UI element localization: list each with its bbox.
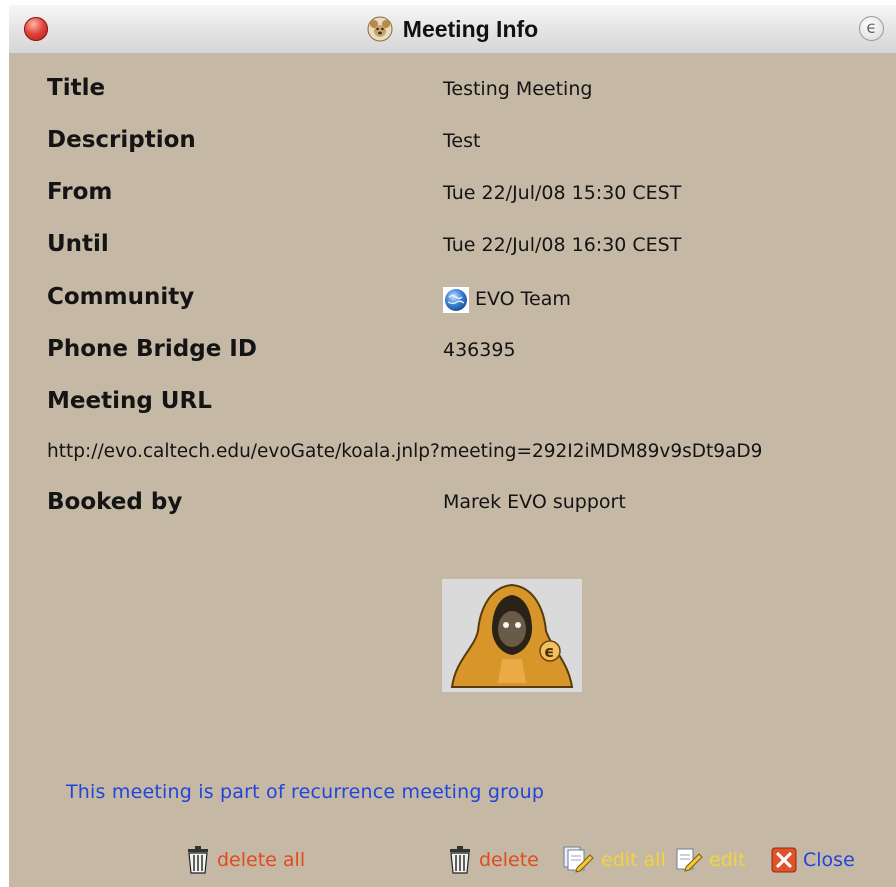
meeting-url-label: Meeting URL [47,388,212,414]
until-label: Until [47,231,109,257]
title-label: Title [47,75,106,101]
delete-label: delete [479,849,539,871]
edit-icon [676,848,703,872]
close-icon [771,847,797,873]
close-button[interactable]: Close [771,845,855,875]
from-value: Tue 22/Jul/08 15:30 CEST [443,182,682,204]
title-value: Testing Meeting [443,78,593,100]
edit-all-icon [563,846,594,873]
phone-bridge-label: Phone Bridge ID [47,336,257,362]
trash-icon [188,846,208,874]
delete-all-button[interactable]: delete all [185,845,305,875]
delete-button[interactable]: delete [447,845,539,875]
until-value: Tue 22/Jul/08 16:30 CEST [443,234,682,256]
from-label: From [47,179,113,205]
globe-icon [443,287,469,313]
svg-text:ϵ: ϵ [544,642,554,661]
meeting-url-value[interactable]: http://evo.caltech.edu/evoGate/koala.jnl… [47,441,762,462]
edit-button[interactable]: edit [675,845,745,875]
window-title: Meeting Info [402,15,539,42]
edit-label: edit [709,849,746,871]
recurrence-link[interactable]: This meeting is part of recurrence meeti… [66,781,544,803]
phone-bridge-value: 436395 [443,339,516,361]
delete-all-label: delete all [217,849,306,871]
description-label: Description [47,127,196,153]
community-value: EVO Team [475,288,571,310]
community-label: Community [47,284,195,310]
description-value: Test [443,130,481,152]
edit-all-button[interactable]: edit all [563,845,666,875]
trash-icon [450,846,470,874]
meeting-info-window: Meeting Info ϵ Title Testing Meeting Des… [9,5,896,887]
evo-menu-icon[interactable]: ϵ [859,16,884,41]
edit-all-label: edit all [601,849,666,871]
koala-icon [367,16,393,42]
hooded-monk-avatar: ϵ [442,579,582,692]
booked-by-label: Booked by [47,489,183,515]
title-bar[interactable]: Meeting Info ϵ [9,5,896,54]
close-label: Close [803,849,855,871]
booked-by-value: Marek EVO support [443,491,626,513]
title-wrap: Meeting Info [9,5,896,53]
